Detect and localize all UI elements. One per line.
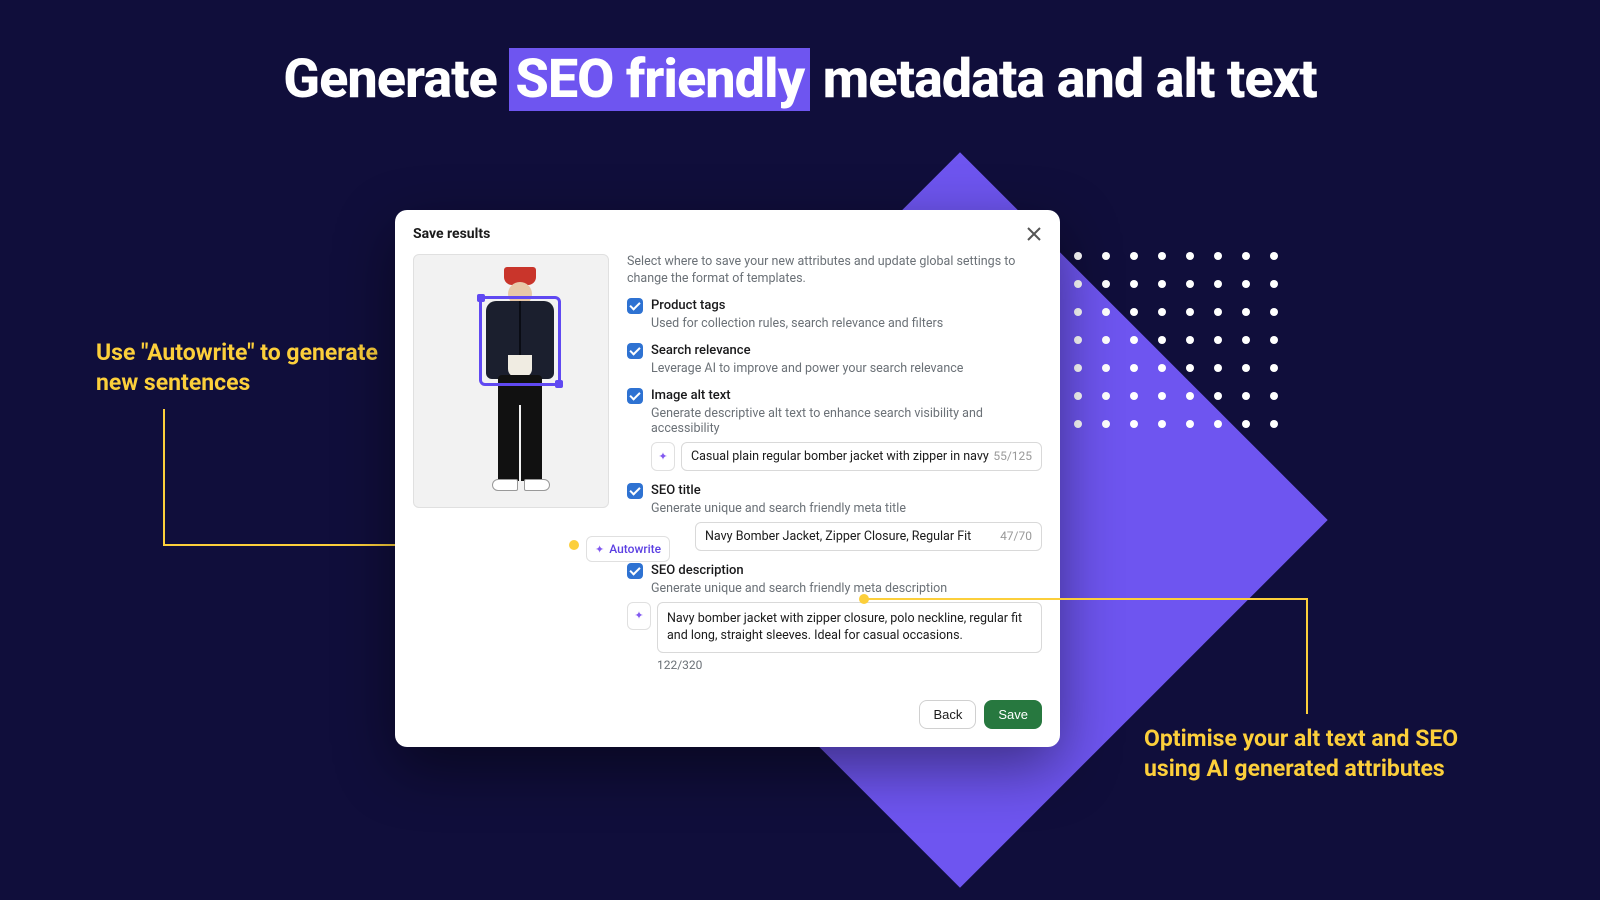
back-button[interactable]: Back xyxy=(919,700,976,729)
desc-seo-title: Generate unique and search friendly meta… xyxy=(651,501,1042,516)
checkbox-search-relevance[interactable] xyxy=(627,343,643,359)
connector-line xyxy=(1306,598,1308,714)
card-intro: Select where to save your new attributes… xyxy=(627,254,1042,288)
char-count: 122/320 xyxy=(657,658,1042,672)
label-image-alt: Image alt text xyxy=(651,388,731,403)
checkbox-image-alt[interactable] xyxy=(627,388,643,404)
checkbox-seo-title[interactable] xyxy=(627,483,643,499)
connector-line xyxy=(863,598,1307,600)
input-image-alt[interactable]: Casual plain regular bomber jacket with … xyxy=(681,442,1042,471)
callout-autowrite: Use "Autowrite" to generate new sentence… xyxy=(96,338,396,398)
desc-image-alt: Generate descriptive alt text to enhance… xyxy=(651,406,1042,436)
label-product-tags: Product tags xyxy=(651,298,725,313)
connector-dot xyxy=(859,594,869,604)
sparkle-icon: ✦ xyxy=(634,609,643,622)
background-dot-grid xyxy=(1074,252,1278,428)
label-seo-title: SEO title xyxy=(651,483,701,498)
connector-dot xyxy=(569,540,579,550)
sparkle-button-desc[interactable]: ✦ xyxy=(627,602,651,630)
product-thumbnail xyxy=(413,254,609,508)
sparkle-icon: ✦ xyxy=(658,450,667,463)
desc-search-relevance: Leverage AI to improve and power your se… xyxy=(651,361,1042,376)
input-seo-title[interactable]: Navy Bomber Jacket, Zipper Closure, Regu… xyxy=(695,522,1042,551)
char-count: 55/125 xyxy=(993,449,1032,463)
sparkle-icon: ✦ xyxy=(595,543,604,556)
sparkle-button-alt[interactable]: ✦ xyxy=(651,442,675,471)
checkbox-seo-description[interactable] xyxy=(627,563,643,579)
autowrite-button[interactable]: ✦ Autowrite xyxy=(586,536,670,562)
save-button[interactable]: Save xyxy=(984,700,1042,729)
card-title: Save results xyxy=(413,226,490,242)
connector-line xyxy=(163,409,165,545)
callout-optimise: Optimise your alt text and SEO using AI … xyxy=(1144,724,1464,784)
desc-product-tags: Used for collection rules, search releva… xyxy=(651,316,1042,331)
close-icon[interactable] xyxy=(1026,226,1042,242)
char-count: 47/70 xyxy=(1000,529,1032,543)
save-results-card: Save results Select where to save your n… xyxy=(395,210,1060,747)
detection-box xyxy=(479,296,561,386)
hero-title: Generate SEO friendly metadata and alt t… xyxy=(0,48,1600,111)
textarea-seo-description[interactable]: Navy bomber jacket with zipper closure, … xyxy=(657,602,1042,653)
desc-seo-description: Generate unique and search friendly meta… xyxy=(651,581,1042,596)
label-search-relevance: Search relevance xyxy=(651,343,751,358)
checkbox-product-tags[interactable] xyxy=(627,298,643,314)
label-seo-description: SEO description xyxy=(651,563,744,578)
